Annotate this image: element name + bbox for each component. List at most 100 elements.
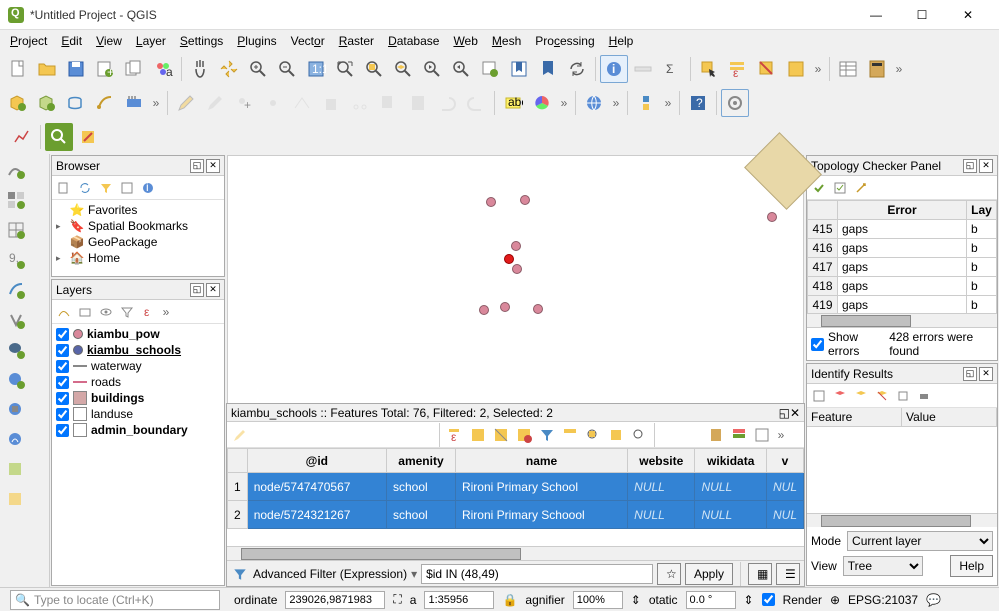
zoom-next-icon[interactable] — [447, 55, 475, 83]
new-spatialite-icon[interactable] — [62, 89, 90, 117]
add-feature-icon[interactable]: + — [230, 89, 258, 117]
identify-icon[interactable]: i — [600, 55, 628, 83]
cut-features-icon[interactable] — [346, 89, 374, 117]
undo-icon[interactable] — [433, 89, 461, 117]
layer-visibility-checkbox[interactable] — [56, 424, 69, 437]
metasearch-icon[interactable] — [580, 89, 608, 117]
move-feature-icon[interactable] — [259, 89, 287, 117]
layer-visibility-checkbox[interactable] — [56, 392, 69, 405]
layers-visibility-icon[interactable] — [96, 302, 116, 322]
identify-print-icon[interactable] — [914, 386, 934, 406]
diagram-icon[interactable] — [528, 89, 556, 117]
identify-copy-icon[interactable] — [893, 386, 913, 406]
zoom-out-icon[interactable] — [273, 55, 301, 83]
attribute-row[interactable]: 2node/5724321267schoolRironi Primary Sch… — [228, 501, 804, 529]
rotation-input[interactable] — [686, 591, 736, 609]
layers-overflow-icon[interactable]: » — [159, 305, 173, 319]
browser-undock-button[interactable]: ◱ — [190, 159, 204, 173]
menu-layer[interactable]: Layer — [130, 32, 172, 50]
topology-error-table[interactable]: ErrorLay 415gapsb416gapsb417gapsb418gaps… — [807, 200, 997, 313]
add-raster-icon[interactable] — [3, 187, 29, 213]
map-point[interactable] — [512, 264, 522, 274]
attr-select-all-icon[interactable] — [467, 424, 489, 446]
map-point[interactable] — [486, 197, 496, 207]
attr-overflow-icon[interactable]: » — [774, 428, 788, 442]
browser-refresh-icon[interactable] — [75, 178, 95, 198]
layer-visibility-checkbox[interactable] — [56, 376, 69, 389]
add-wcs-icon[interactable] — [3, 397, 29, 423]
topology-error-row[interactable]: 418gapsb — [808, 277, 997, 296]
map-point-selected[interactable] — [504, 254, 514, 264]
attribute-table[interactable]: @idamenitynamewebsitewikidatav 1node/574… — [227, 448, 804, 529]
toolbar-overflow-icon[interactable]: » — [892, 62, 906, 76]
attr-actions-icon[interactable] — [751, 424, 773, 446]
delete-selected-icon[interactable] — [317, 89, 345, 117]
attr-filter-sel-icon[interactable] — [536, 424, 558, 446]
add-spatialite-icon[interactable] — [3, 277, 29, 303]
vertex-edit-icon[interactable] — [74, 123, 102, 151]
add-postgis-icon[interactable] — [3, 337, 29, 363]
attr-move-top-icon[interactable] — [559, 424, 581, 446]
toolbar-overflow-icon[interactable]: » — [811, 62, 825, 76]
zoom-native-icon[interactable]: 1:1 — [302, 55, 330, 83]
menu-edit[interactable]: Edit — [55, 32, 88, 50]
add-wms-icon[interactable] — [3, 367, 29, 393]
attr-close-button[interactable]: ✕ — [790, 406, 800, 420]
layer-item[interactable]: buildings — [54, 390, 222, 406]
layer-item[interactable]: admin_boundary — [54, 422, 222, 438]
menu-database[interactable]: Database — [382, 32, 445, 50]
map-point[interactable] — [500, 302, 510, 312]
map-point[interactable] — [767, 212, 777, 222]
layer-item[interactable]: roads — [54, 374, 222, 390]
new-virtual-layer-icon[interactable] — [91, 89, 119, 117]
layer-visibility-checkbox[interactable] — [56, 328, 69, 341]
identify-expand-icon[interactable] — [809, 386, 829, 406]
open-project-icon[interactable] — [33, 55, 61, 83]
layer-item[interactable]: waterway — [54, 358, 222, 374]
layers-close-button[interactable]: ✕ — [206, 283, 220, 297]
refresh-icon[interactable] — [563, 55, 591, 83]
attr-cut-icon[interactable] — [367, 424, 389, 446]
map-point[interactable] — [533, 304, 543, 314]
close-button[interactable]: ✕ — [945, 0, 991, 30]
add-delimited-text-icon[interactable]: 9, — [3, 247, 29, 273]
select-by-value-icon[interactable]: ε — [724, 55, 752, 83]
field-calc-icon[interactable] — [863, 55, 891, 83]
topology-error-row[interactable]: 417gapsb — [808, 258, 997, 277]
menu-web[interactable]: Web — [447, 32, 483, 50]
redo-icon[interactable] — [462, 89, 490, 117]
select-features-icon[interactable] — [695, 55, 723, 83]
menu-processing[interactable]: Processing — [529, 32, 600, 50]
identify-close-button[interactable]: ✕ — [979, 367, 993, 381]
browser-add-icon[interactable] — [54, 178, 74, 198]
map-point[interactable] — [479, 305, 489, 315]
map-point[interactable] — [511, 241, 521, 251]
attr-select-expr-icon[interactable]: ε — [444, 424, 466, 446]
messages-icon[interactable]: 💬 — [926, 593, 941, 607]
attr-delete-field-icon[interactable] — [682, 424, 704, 446]
filter-expression-input[interactable] — [421, 564, 653, 584]
add-gpx-icon[interactable] — [3, 487, 29, 513]
identify-mode-select[interactable]: Current layer — [847, 531, 993, 551]
attr-copy-icon[interactable] — [390, 424, 412, 446]
form-view-button[interactable]: ☰ — [776, 563, 800, 585]
add-wfs-icon[interactable] — [3, 427, 29, 453]
layer-visibility-checkbox[interactable] — [56, 344, 69, 357]
show-bookmarks-icon[interactable] — [534, 55, 562, 83]
table-view-button[interactable]: ▦ — [748, 563, 772, 585]
pan-to-selection-icon[interactable] — [215, 55, 243, 83]
browser-item-geopackage[interactable]: 📦GeoPackage — [54, 234, 222, 250]
new-memory-layer-icon[interactable] — [120, 89, 148, 117]
menu-project[interactable]: Project — [4, 32, 53, 50]
new-map-view-icon[interactable] — [476, 55, 504, 83]
filter-apply-button[interactable]: Apply — [685, 563, 733, 585]
search-plus-icon[interactable] — [45, 123, 73, 151]
show-errors-checkbox[interactable] — [811, 338, 824, 351]
map-point[interactable] — [520, 195, 530, 205]
attr-conditional-format-icon[interactable] — [728, 424, 750, 446]
save-project-icon[interactable] — [62, 55, 90, 83]
browser-item-favorites[interactable]: ⭐Favorites — [54, 202, 222, 218]
layer-item[interactable]: kiambu_pow — [54, 326, 222, 342]
topology-hscroll[interactable] — [807, 313, 997, 327]
add-ogr-icon[interactable] — [3, 457, 29, 483]
